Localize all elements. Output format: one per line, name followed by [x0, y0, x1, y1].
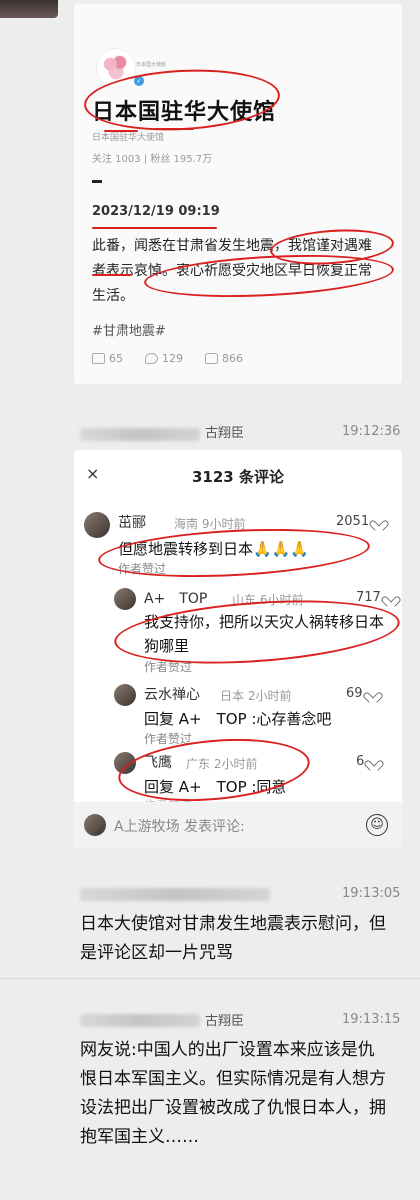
message-divider [0, 978, 420, 979]
sender-name-blurred [80, 1014, 200, 1027]
comment-meta: 广东 2小时前 [186, 757, 258, 771]
message-text: 网友说:中国人的出厂设置本来应该是仇恨日本军国主义。但实际情况是有人想方设法把出… [80, 1040, 386, 1147]
comment-input-bar: A上游牧场 发表评论: ☺ [74, 802, 402, 848]
comments-screenshot[interactable]: × 3123 条评论 茁郦 海南 9小时前 2051 但愿地震转移到日本🙏🙏🙏 … [74, 450, 402, 848]
like-count: 69 [346, 686, 363, 701]
message-time: 19:13:05 [342, 886, 401, 901]
sender-name-blurred [80, 428, 200, 441]
like-count: 866 [222, 352, 243, 365]
separator-dash [92, 180, 102, 183]
post-hashtag[interactable]: #甘肃地震# [92, 320, 166, 339]
comment-like-button[interactable]: 69 [346, 686, 379, 701]
emoji-icon[interactable]: ☺ [366, 814, 388, 836]
comment-meta: 海南 9小时前 [174, 517, 246, 531]
like-count: 717 [356, 590, 381, 605]
like-count: 6 [356, 754, 365, 769]
heart-icon [368, 756, 380, 767]
author-liked-badge: 作者赞过 [144, 732, 193, 746]
comment-like-button[interactable]: 717 [356, 590, 397, 605]
comment-author[interactable]: 茁郦 [118, 512, 146, 532]
comment-text: 但愿地震转移到日本🙏🙏🙏 [118, 540, 310, 558]
heart-icon [385, 592, 397, 603]
comment-author[interactable]: 云水禅心 [144, 684, 200, 704]
post-actions: 65 129 866 [92, 352, 243, 365]
like-button[interactable]: 866 [205, 352, 243, 365]
thumbs-up-icon [205, 353, 218, 364]
comment-text: 回复 A+ TOP :同意 [144, 778, 287, 796]
account-handle: 日本国驻华大使馆 [92, 133, 165, 143]
my-avatar [84, 814, 106, 836]
account-stats: 关注 1003 | 粉丝 195.7万 [92, 154, 213, 165]
avatar[interactable] [114, 684, 136, 706]
avatar[interactable] [114, 588, 136, 610]
sender-avatar[interactable] [0, 0, 58, 18]
comment-count: 129 [162, 352, 183, 365]
share-icon [92, 353, 105, 364]
message-text: 日本大使馆对甘肃发生地震表示慰问，但是评论区却一片咒骂 [80, 914, 386, 963]
comment-author[interactable]: 飞鹰 [144, 752, 172, 772]
account-name: 日本国驻华大使馆 [92, 100, 277, 125]
share-button[interactable]: 65 [92, 352, 123, 365]
logo-caption: 日本国大使館 [136, 62, 167, 68]
share-count: 65 [109, 352, 123, 365]
message-time: 19:13:15 [342, 1012, 401, 1027]
comment-like-button[interactable]: 2051 [336, 514, 385, 529]
comment-icon [145, 353, 158, 364]
avatar[interactable] [84, 512, 110, 538]
comment-input[interactable]: A上游牧场 发表评论: [114, 816, 245, 836]
comment-text: 我支持你，把所以天灾人祸转移日本狗哪里 [144, 613, 385, 655]
like-count: 2051 [336, 514, 370, 529]
post-date: 2023/12/19 09:19 [92, 204, 220, 219]
sender-name: 古翔臣 [205, 426, 245, 441]
comment-like-button[interactable]: 6 [356, 754, 380, 769]
comment-button[interactable]: 129 [145, 352, 183, 365]
avatar[interactable] [114, 752, 136, 774]
embassy-logo [96, 48, 136, 88]
post-body: 此番，闻悉在甘肃省发生地震，我馆谨对遇难者表示哀悼。衷心祈愿受灾地区早日恢复正常… [92, 238, 372, 304]
sender-name: 古翔臣 [205, 1014, 245, 1029]
comment-meta: 山东 6小时前 [232, 593, 304, 607]
weibo-post-screenshot[interactable]: 日本国大使館 ✓ 日本国驻华大使馆 日本国驻华大使馆 关注 1003 | 粉丝 … [74, 4, 402, 384]
author-liked-badge: 作者赞过 [118, 562, 167, 576]
heart-icon [373, 516, 385, 527]
comment-text: 回复 A+ TOP :心存善念吧 [144, 710, 332, 728]
comment-meta: 日本 2小时前 [220, 689, 292, 703]
heart-icon [367, 688, 379, 699]
comment-author[interactable]: A+ TOP [144, 588, 207, 608]
message-time: 19:12:36 [342, 424, 401, 439]
annotation-underline-date [92, 227, 217, 229]
verified-icon: ✓ [134, 76, 144, 86]
author-liked-badge: 作者赞过 [144, 660, 193, 674]
comments-title: 3123 条评论 [192, 468, 284, 486]
sender-name-blurred [80, 888, 270, 901]
